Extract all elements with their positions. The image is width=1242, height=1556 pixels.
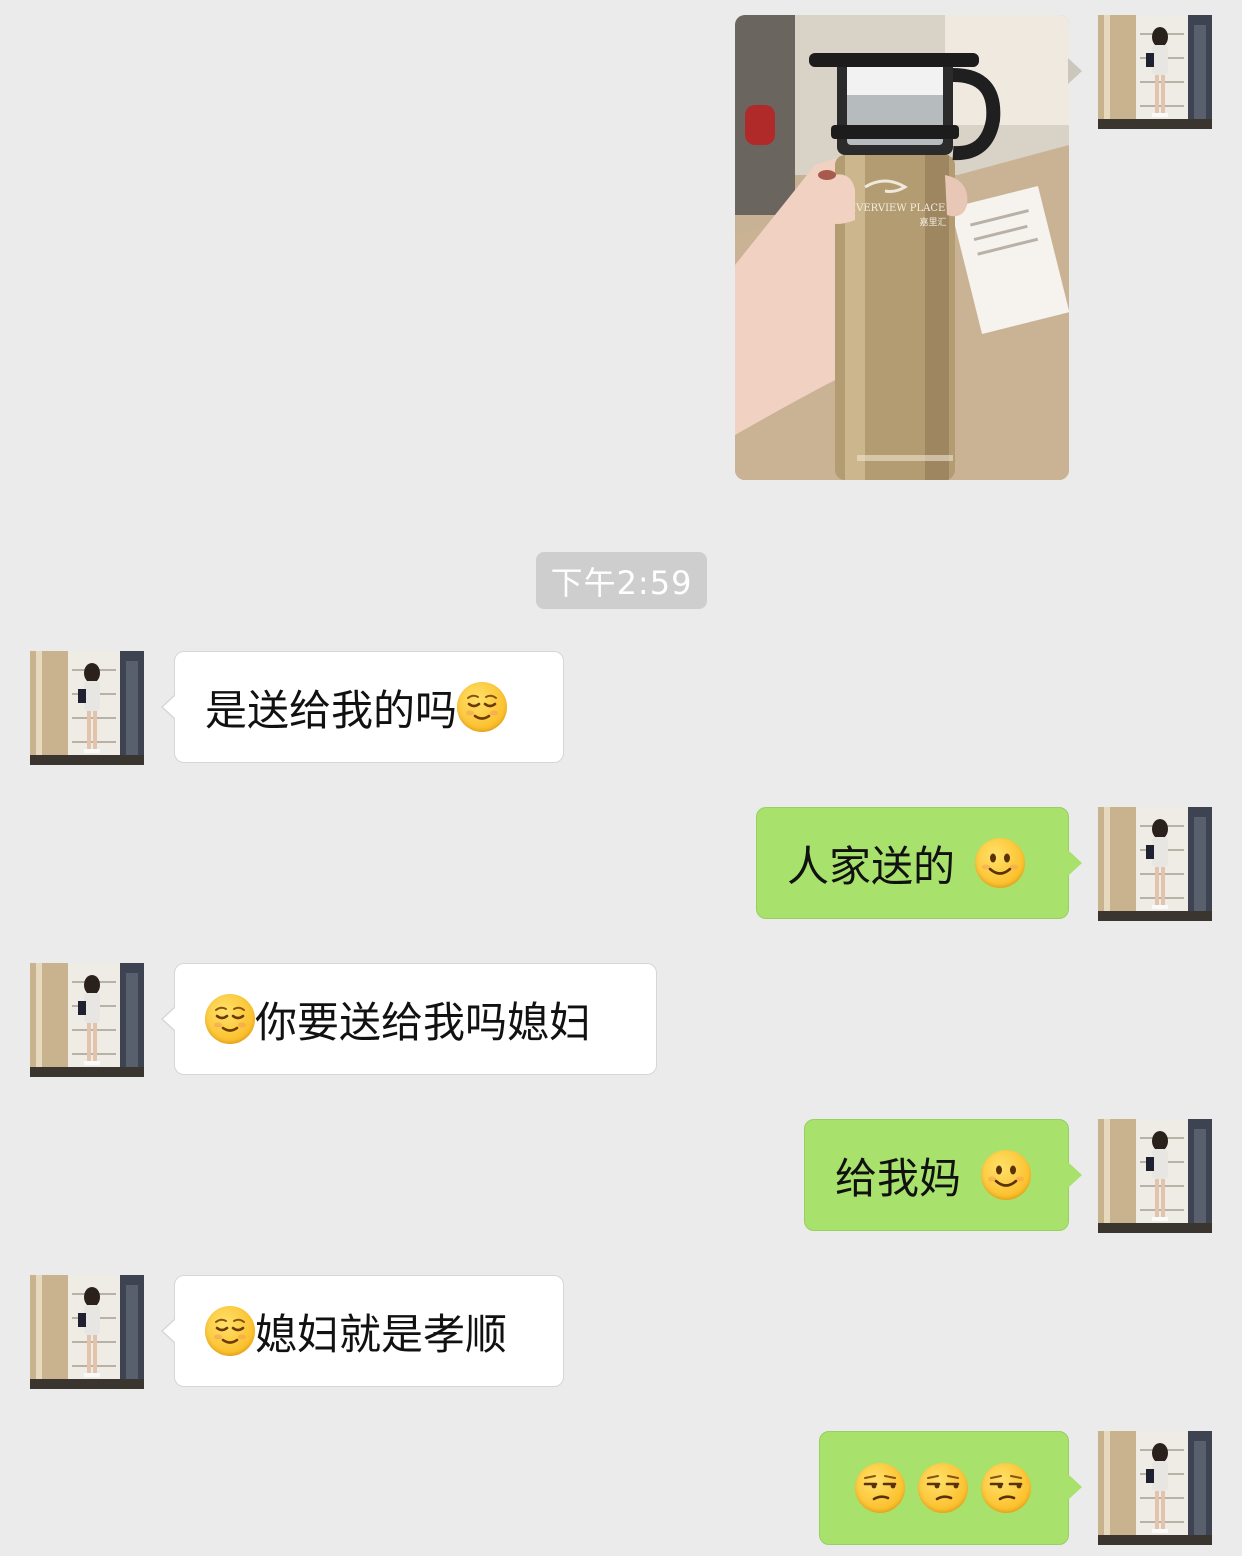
message-text: 给我妈 xyxy=(835,1153,962,1203)
message-text: 人家送的 xyxy=(787,841,956,891)
incoming-message-bubble[interactable]: 是送给我的吗 xyxy=(161,651,564,763)
message-photo-thermos[interactable]: RIVERVIEW PLACE 嘉里汇 xyxy=(735,15,1069,480)
outgoing-message-bubble[interactable]: 人家送的 xyxy=(756,807,1082,919)
smiling-face-icon xyxy=(975,838,1026,888)
bottle-brand-text: RIVERVIEW PLACE xyxy=(845,203,946,214)
message-text: 是送给我的吗 xyxy=(205,685,458,735)
contact-avatar[interactable] xyxy=(30,1275,144,1389)
message-text: 你要送给我吗媳妇 xyxy=(255,997,592,1047)
message-text: 媳妇就是孝顺 xyxy=(255,1309,508,1359)
bottle-brand-cn-text: 嘉里汇 xyxy=(919,216,946,228)
incoming-message-bubble[interactable]: 媳妇就是孝顺 xyxy=(161,1275,564,1387)
my-avatar[interactable] xyxy=(1098,1119,1212,1233)
photo-bubble-tail xyxy=(1068,58,1082,84)
smiling-face-icon xyxy=(981,1150,1032,1200)
relieved-face-icon xyxy=(205,994,255,1044)
contact-avatar[interactable] xyxy=(30,963,144,1077)
relieved-face-icon xyxy=(205,1306,255,1356)
unamused-face-icon xyxy=(981,1463,1031,1513)
contact-avatar[interactable] xyxy=(30,651,144,765)
my-avatar[interactable] xyxy=(1098,807,1212,921)
outgoing-message-bubble[interactable]: 给我妈 xyxy=(804,1119,1082,1231)
timestamp-divider: 下午2:59 xyxy=(536,552,707,609)
my-avatar[interactable] xyxy=(1098,15,1212,129)
my-avatar[interactable] xyxy=(1098,1431,1212,1545)
relieved-face-icon xyxy=(457,682,508,732)
unamused-face-icon xyxy=(918,1463,968,1513)
unamused-face-icon xyxy=(855,1463,905,1513)
outgoing-message-bubble[interactable] xyxy=(819,1431,1082,1545)
incoming-message-bubble[interactable]: 你要送给我吗媳妇 xyxy=(161,963,657,1075)
